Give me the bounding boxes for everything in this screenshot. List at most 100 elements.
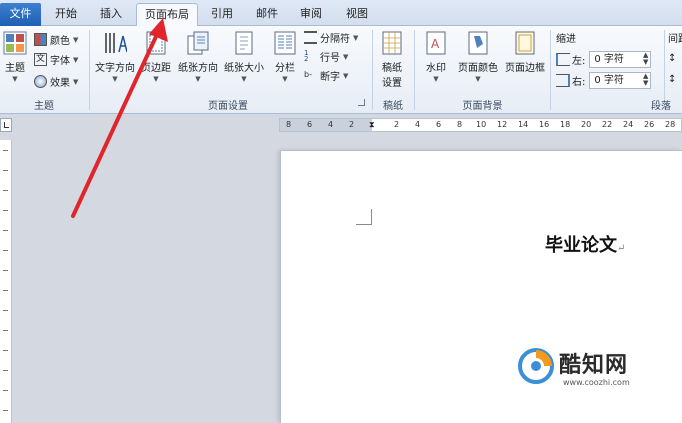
page-size-icon (235, 31, 253, 55)
indent-marker[interactable]: ⧗ (369, 120, 375, 130)
chevron-down-icon: ▼ (112, 75, 118, 83)
ruler-number: 20 (581, 120, 592, 129)
ruler-number: 2 (349, 120, 355, 129)
ruler-tick (3, 290, 8, 291)
hyphenation-icon: b- (304, 70, 312, 79)
indent-right-row: 右: 0 字符 ▲ ▼ (556, 71, 652, 89)
chevron-down-icon: ▼ (343, 52, 349, 61)
theme-colors-button[interactable]: 颜色 ▼ (34, 31, 78, 48)
orientation-button[interactable]: 纸张方向 ▼ (176, 30, 220, 83)
ruler-tick (3, 230, 8, 231)
indent-right-value: 0 字符 (594, 74, 624, 86)
indent-right-input[interactable]: 0 字符 ▲ ▼ (589, 71, 652, 89)
ruler-number: 10 (476, 120, 487, 129)
ruler-number: 22 (602, 120, 613, 129)
ruler-number: 8 (457, 120, 463, 129)
paragraph-mark: ↵ (617, 243, 626, 254)
page-background-group-label: 页面背景 (462, 101, 503, 112)
manuscript-group-label: 稿纸 (383, 101, 403, 112)
ruler-tick (3, 390, 8, 391)
tab-mailings[interactable]: 邮件 (248, 3, 286, 26)
vertical-ruler[interactable] (0, 140, 12, 423)
page-size-label: 纸张大小 (224, 63, 264, 74)
ruler-number: 6 (307, 120, 313, 129)
chevron-down-icon: ▼ (153, 75, 159, 83)
manuscript-label-2: 设置 (382, 78, 402, 89)
document-title[interactable]: 毕业论文↵ (545, 231, 625, 257)
columns-label: 分栏 (275, 63, 295, 74)
theme-fonts-button[interactable]: 文 字体 ▼ (34, 51, 78, 68)
hyphenation-button[interactable]: b- 断字 ▼ (304, 67, 348, 84)
margins-icon (146, 31, 166, 55)
line-numbers-icon: 12 (304, 49, 309, 63)
tab-file[interactable]: 文件 (0, 3, 41, 26)
ruler-tick (3, 330, 8, 331)
tab-page-layout[interactable]: 页面布局 (136, 3, 198, 27)
indent-left-label: 左: (572, 55, 586, 67)
ruler-tick (3, 310, 8, 311)
page-borders-button[interactable]: 页面边框 (502, 30, 548, 74)
chevron-down-icon: ▼ (343, 71, 349, 80)
text-direction-button[interactable]: 文字方向 ▼ (93, 30, 137, 83)
ruler-number: 4 (328, 120, 334, 129)
horizontal-ruler[interactable]: 8 6 4 2 ⧗ 2 4 6 8 10 12 14 16 18 20 22 2… (279, 118, 682, 132)
ruler-number: 6 (436, 120, 442, 129)
page-setup-dialog-launcher[interactable] (358, 99, 365, 106)
tab-home[interactable]: 开始 (47, 3, 85, 26)
page-size-button[interactable]: 纸张大小 ▼ (221, 30, 267, 83)
ruler-number: 8 (286, 120, 292, 129)
ruler-number: 26 (644, 120, 655, 129)
breaks-label: 分隔符 (320, 34, 350, 45)
ribbon-tab-bar: 文件 开始 插入 页面布局 引用 邮件 审阅 视图 (0, 0, 682, 27)
breaks-button[interactable]: 分隔符 ▼ (304, 29, 358, 46)
font-icon: 文 (34, 53, 47, 66)
indent-left-input[interactable]: 0 字符 ▲ ▼ (589, 50, 652, 68)
ruler-number: 18 (560, 120, 571, 129)
themes-button[interactable]: 主题 ▼ (2, 30, 28, 83)
chevron-down-icon: ▼ (282, 75, 288, 83)
theme-effects-button[interactable]: 效果 ▼ (34, 73, 78, 90)
page-color-label: 页面颜色 (458, 63, 498, 74)
tab-selector[interactable] (0, 118, 12, 132)
chevron-down-icon: ▼ (73, 77, 79, 86)
page-borders-icon (515, 31, 535, 55)
columns-icon (274, 31, 296, 55)
ruler-number: 16 (539, 120, 550, 129)
tab-references[interactable]: 引用 (203, 3, 241, 26)
orientation-label: 纸张方向 (178, 63, 218, 74)
line-numbers-label: 行号 (320, 53, 340, 64)
chevron-down-icon: ▼ (73, 35, 79, 44)
ruler-margin-area (280, 119, 372, 131)
watermark-button[interactable]: A 水印 ▼ (421, 30, 451, 83)
chevron-down-icon: ▼ (475, 75, 481, 83)
ruler-tick (3, 410, 8, 411)
theme-effects-label: 效果 (50, 78, 70, 89)
text-direction-icon (105, 33, 127, 53)
text-direction-label: 文字方向 (95, 63, 135, 74)
ruler-number: 4 (415, 120, 421, 129)
manuscript-label-1: 稿纸 (382, 63, 402, 74)
watermark-url: www.coozhi.com (563, 378, 630, 387)
manuscript-settings-button[interactable]: 稿纸 设置 (376, 30, 408, 89)
tab-view[interactable]: 视图 (338, 3, 376, 26)
document-title-text: 毕业论文 (545, 235, 617, 256)
margins-button[interactable]: 页边距 ▼ (138, 30, 174, 83)
spacing-heading: 间距 (668, 34, 682, 45)
tab-review[interactable]: 审阅 (292, 3, 330, 26)
page-color-button[interactable]: 页面颜色 ▼ (455, 30, 501, 83)
spacing-after-icon: ↕ (668, 74, 677, 85)
tab-insert[interactable]: 插入 (92, 3, 130, 26)
ruler-tick (3, 170, 8, 171)
page-setup-group-label: 页面设置 (208, 101, 248, 112)
ruler-tick (3, 250, 8, 251)
ruler-tick (3, 150, 8, 151)
indent-heading: 缩进 (556, 34, 576, 45)
watermark-label: 水印 (426, 63, 446, 74)
ribbon: 主题 ▼ 颜色 ▼ 文 字体 ▼ 效果 ▼ 主题 文字方向 ▼ 页边距 ▼ 纸张… (0, 26, 682, 114)
margins-label: 页边距 (141, 63, 171, 74)
columns-button[interactable]: 分栏 ▼ (271, 30, 299, 83)
line-numbers-button[interactable]: 12 行号 ▼ (304, 48, 348, 65)
spinner-icon[interactable]: ▲ ▼ (643, 51, 648, 66)
spinner-icon[interactable]: ▲ ▼ (643, 72, 648, 87)
page-borders-label: 页面边框 (505, 63, 545, 74)
